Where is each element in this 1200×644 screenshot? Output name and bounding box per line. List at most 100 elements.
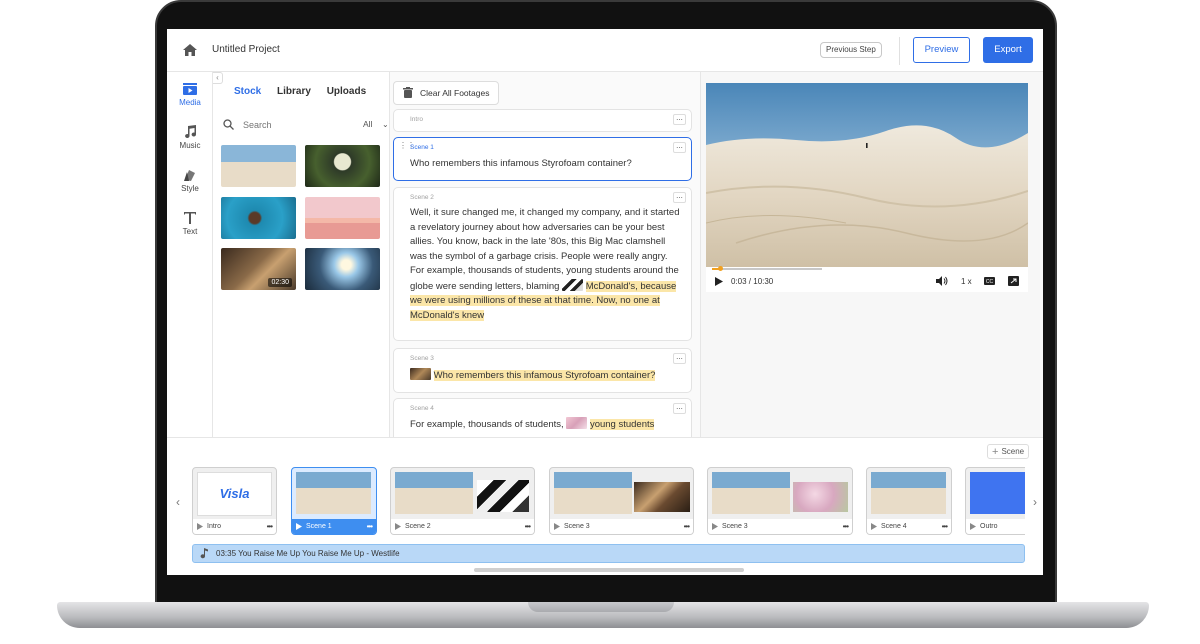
tab-library[interactable]: Library <box>277 86 311 97</box>
card-label: Intro <box>207 523 222 530</box>
preview-button[interactable]: Preview <box>913 37 970 63</box>
rail-item-music[interactable]: Music <box>167 125 213 150</box>
previous-step-button[interactable]: Previous Step <box>820 42 882 58</box>
footage-thumbnail[interactable] <box>562 278 584 291</box>
add-scene-label: Scene <box>1001 447 1025 456</box>
progress-knob[interactable] <box>718 266 723 271</box>
scene-card-intro[interactable]: Intro ... <box>393 109 692 132</box>
play-icon[interactable] <box>197 523 203 530</box>
thumbnail-desert-beach[interactable] <box>221 145 296 187</box>
media-tabs: Stock Library Uploads <box>234 86 379 97</box>
play-icon[interactable] <box>715 277 723 286</box>
tab-uploads[interactable]: Uploads <box>327 86 366 97</box>
card-footer: Scene 4 ••• <box>867 519 951 534</box>
thumbnail-canoe-woman[interactable] <box>221 197 296 239</box>
thumbnail-camping-gear[interactable]: 02:30 <box>221 248 296 290</box>
thumbnail-mountain-sunburst[interactable] <box>305 248 380 290</box>
fullscreen-icon[interactable] <box>1008 276 1019 286</box>
thumbnail-pink-sky-van[interactable] <box>305 197 380 239</box>
timeline-card-scene-3b[interactable]: Scene 3 ••• <box>707 467 853 535</box>
card-footer: Scene 2 ••• <box>391 519 534 534</box>
card-label: Scene 2 <box>405 523 431 530</box>
card-footer: Scene 1 ••• <box>292 519 376 534</box>
play-icon[interactable] <box>395 523 401 530</box>
scene-card-4[interactable]: Scene 4 ... For example, thousands of st… <box>393 398 692 437</box>
app-screen: Untitled Project Previous Step Preview E… <box>167 29 1043 575</box>
scene-thumbnail <box>554 472 632 514</box>
timeline-card-intro[interactable]: Visla Intro ••• <box>192 467 277 535</box>
play-icon[interactable] <box>970 523 976 530</box>
preview-area: 0:03 / 10:30 1 x CC <box>701 72 1043 437</box>
timeline-card-scene-3[interactable]: Scene 3 ••• <box>549 467 694 535</box>
search-row: All ⌄ <box>223 117 389 133</box>
more-icon[interactable]: ••• <box>684 519 690 534</box>
home-icon[interactable] <box>182 42 198 58</box>
timeline-card-scene-1[interactable]: Scene 1 ••• <box>291 467 377 535</box>
timeline-card-scene-4[interactable]: Scene 4 ••• <box>866 467 952 535</box>
captions-icon[interactable]: CC <box>984 277 995 285</box>
project-title[interactable]: Untitled Project <box>212 44 280 55</box>
timeline-card-outro[interactable]: Outro <box>965 467 1025 535</box>
collapse-panel-button[interactable]: ‹ <box>213 72 223 84</box>
scroll-left-icon[interactable]: ‹ <box>176 495 180 509</box>
card-label: Scene 1 <box>306 523 332 530</box>
add-scene-button[interactable]: + Scene <box>987 444 1030 459</box>
play-icon[interactable] <box>712 523 718 530</box>
footage-thumbnail[interactable] <box>410 368 431 380</box>
progress-bar[interactable] <box>712 268 822 270</box>
card-footer: Scene 3 ••• <box>708 519 852 534</box>
scroll-right-icon[interactable]: › <box>1033 495 1037 509</box>
clear-button-label: Clear All Footages <box>420 88 490 98</box>
highlighted-text: Who remembers this infamous Styrofoam co… <box>433 370 656 381</box>
more-icon[interactable]: ••• <box>525 519 531 534</box>
volume-icon[interactable] <box>936 276 948 286</box>
play-icon[interactable] <box>871 523 877 530</box>
scene-text[interactable]: Well, it sure changed me, it changed my … <box>410 206 682 323</box>
rail-item-media[interactable]: Media <box>167 82 213 107</box>
scene-label: Scene 3 <box>410 355 434 362</box>
more-icon[interactable]: ... <box>673 353 686 364</box>
card-label: Scene 3 <box>564 523 590 530</box>
video-preview[interactable] <box>706 83 1028 267</box>
chevron-down-icon[interactable]: ⌄ <box>382 120 389 129</box>
scene-text-plain: Well, it sure changed me, it changed my … <box>410 207 680 292</box>
timeline-card-scene-2[interactable]: Scene 2 ••• <box>390 467 535 535</box>
plus-icon: + <box>992 446 999 458</box>
footage-thumbnail[interactable] <box>566 417 588 429</box>
home-indicator <box>474 568 744 572</box>
scene-thumbnail <box>296 472 371 514</box>
more-icon[interactable]: ... <box>673 192 686 203</box>
scene-text[interactable]: Who remembers this infamous Styrofoam co… <box>410 368 682 384</box>
thumbnail-cocktail-plant[interactable] <box>305 145 380 187</box>
search-input[interactable] <box>243 117 333 132</box>
left-rail: Media Music Style Text <box>167 72 213 437</box>
export-button[interactable]: Export <box>983 37 1033 63</box>
scene-text[interactable]: Who remembers this infamous Styrofoam co… <box>410 157 682 172</box>
more-icon[interactable]: ... <box>673 403 686 414</box>
scene-card-3[interactable]: Scene 3 ... Who remembers this infamous … <box>393 348 692 393</box>
scene-card-1[interactable]: ⋮⋮ Scene 1 ... Who remembers this infamo… <box>393 137 692 181</box>
rail-item-style[interactable]: Style <box>167 168 213 193</box>
clear-footages-button[interactable]: Clear All Footages <box>393 81 500 105</box>
scene-card-2[interactable]: Scene 2 ... Well, it sure changed me, it… <box>393 187 692 341</box>
more-icon[interactable]: ••• <box>267 519 273 534</box>
scene-text[interactable]: For example, thousands of students, youn… <box>410 417 682 433</box>
divider <box>899 37 900 65</box>
filter-select[interactable]: All <box>363 119 372 129</box>
scene-thumbnail <box>793 482 848 512</box>
rail-item-text[interactable]: Text <box>167 211 213 236</box>
play-icon[interactable] <box>554 523 560 530</box>
music-icon <box>185 125 196 138</box>
more-icon[interactable]: ••• <box>942 519 948 534</box>
music-track[interactable]: 03:35 You Raise Me Up You Raise Me Up - … <box>192 544 1025 563</box>
more-icon[interactable]: ••• <box>843 519 849 534</box>
speed-control[interactable]: 1 x <box>961 277 972 286</box>
card-footer: Scene 3 ••• <box>550 519 693 534</box>
tab-stock[interactable]: Stock <box>234 86 261 97</box>
visla-logo: Visla <box>197 472 272 516</box>
play-icon[interactable] <box>296 523 302 530</box>
more-icon[interactable]: ... <box>673 142 686 153</box>
scene-label: Scene 1 <box>410 144 434 151</box>
more-icon[interactable]: ... <box>673 114 686 125</box>
more-icon[interactable]: ••• <box>367 519 373 534</box>
